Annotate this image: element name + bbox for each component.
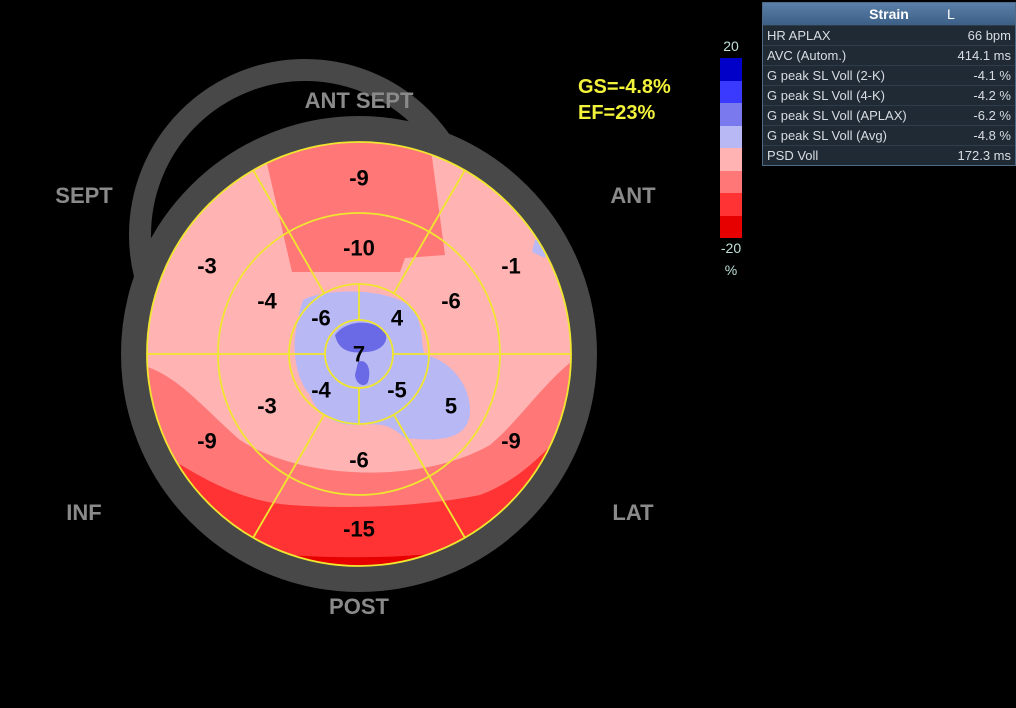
strain-panel-row: HR APLAX 66 bpm <box>763 25 1015 45</box>
strain-panel-row-value: -4.1 % <box>973 68 1011 83</box>
color-scale-cell <box>720 125 742 148</box>
strain-panel-row-label: AVC (Autom.) <box>767 48 847 63</box>
strain-panel-row: PSD Voll 172.3 ms <box>763 145 1015 165</box>
strain-panel-row-value: -6.2 % <box>973 108 1011 123</box>
segment-basal-ant: -1 <box>501 254 521 279</box>
strain-panel-row-label: G peak SL Voll (APLAX) <box>767 108 907 123</box>
strain-panel-row-label: G peak SL Voll (2-K) <box>767 68 886 83</box>
strain-panel-row-label: G peak SL Voll (Avg) <box>767 128 887 143</box>
strain-panel-row: G peak SL Voll (APLAX) -6.2 % <box>763 105 1015 125</box>
strain-panel: Strain L HR APLAX 66 bpm AVC (Autom.) 414.1… <box>762 2 1016 166</box>
segment-basal-sept: -3 <box>197 254 217 279</box>
segment-apex: 7 <box>353 342 365 367</box>
strain-panel-row-value: -4.8 % <box>973 128 1011 143</box>
color-scale-max: 20 <box>723 38 739 54</box>
segment-apical-sept: -6 <box>311 306 331 331</box>
segment-mid-ant: -6 <box>441 289 461 314</box>
segment-basal-ant-sept: -9 <box>349 166 369 191</box>
wall-label-inf: INF <box>66 500 101 525</box>
segment-basal-lat: -9 <box>501 429 521 454</box>
strain-panel-row-label: PSD Voll <box>767 148 819 163</box>
wall-label-post: POST <box>329 594 389 619</box>
segment-mid-inf: -3 <box>257 394 277 419</box>
color-scale-cell <box>720 103 742 126</box>
color-scale-cell <box>720 170 742 193</box>
wall-label-lat: LAT <box>612 500 654 525</box>
wall-label-ant: ANT <box>610 183 656 208</box>
strain-panel-row-value: 414.1 ms <box>957 48 1011 63</box>
strain-panel-row: G peak SL Voll (Avg) -4.8 % <box>763 125 1015 145</box>
color-scale-cell <box>720 80 742 103</box>
strain-panel-rows: HR APLAX 66 bpm AVC (Autom.) 414.1 ms G peak… <box>763 25 1015 165</box>
segment-basal-inf: -9 <box>197 429 217 454</box>
segment-mid-sept: -4 <box>257 289 277 314</box>
strain-panel-row: G peak SL Voll (4-K) -4.2 % <box>763 85 1015 105</box>
strain-panel-row-value: 172.3 ms <box>957 148 1011 163</box>
strain-panel-title: Strain <box>869 6 909 22</box>
strain-panel-row-value: 66 bpm <box>967 28 1011 43</box>
segment-apical-inf: -4 <box>311 378 331 403</box>
color-scale-cell <box>720 193 742 216</box>
strain-panel-row: AVC (Autom.) 414.1 ms <box>763 45 1015 65</box>
color-scale-bar <box>720 58 742 238</box>
color-scale-unit: % <box>724 262 738 278</box>
wall-label-ant-sept: ANT SEPT <box>305 88 414 113</box>
segment-apical-ant: 4 <box>391 306 404 331</box>
color-scale-cell <box>720 148 742 171</box>
segment-basal-post: -15 <box>343 517 375 542</box>
strain-panel-header[interactable]: Strain L <box>763 3 1015 25</box>
segment-mid-ant-sept: -10 <box>343 236 375 261</box>
strain-panel-row-label: G peak SL Voll (4-K) <box>767 88 886 103</box>
segment-apical-lat: -5 <box>387 378 407 403</box>
segment-mid-lat: 5 <box>445 394 457 419</box>
ejection-fraction-readout: EF=23% <box>578 102 656 124</box>
strain-panel-row-label: HR APLAX <box>767 28 831 43</box>
global-strain-readout: GS=-4.8% <box>578 76 671 98</box>
color-scale-cell <box>720 58 742 81</box>
color-scale-min: -20 <box>720 240 742 256</box>
segment-mid-post: -6 <box>349 448 369 473</box>
strain-panel-title-mark: L <box>947 6 955 22</box>
color-scale-cell <box>720 215 742 238</box>
wall-label-sept: SEPT <box>55 183 113 208</box>
strain-panel-row: G peak SL Voll (2-K) -4.1 % <box>763 65 1015 85</box>
strain-panel-row-value: -4.2 % <box>973 88 1011 103</box>
